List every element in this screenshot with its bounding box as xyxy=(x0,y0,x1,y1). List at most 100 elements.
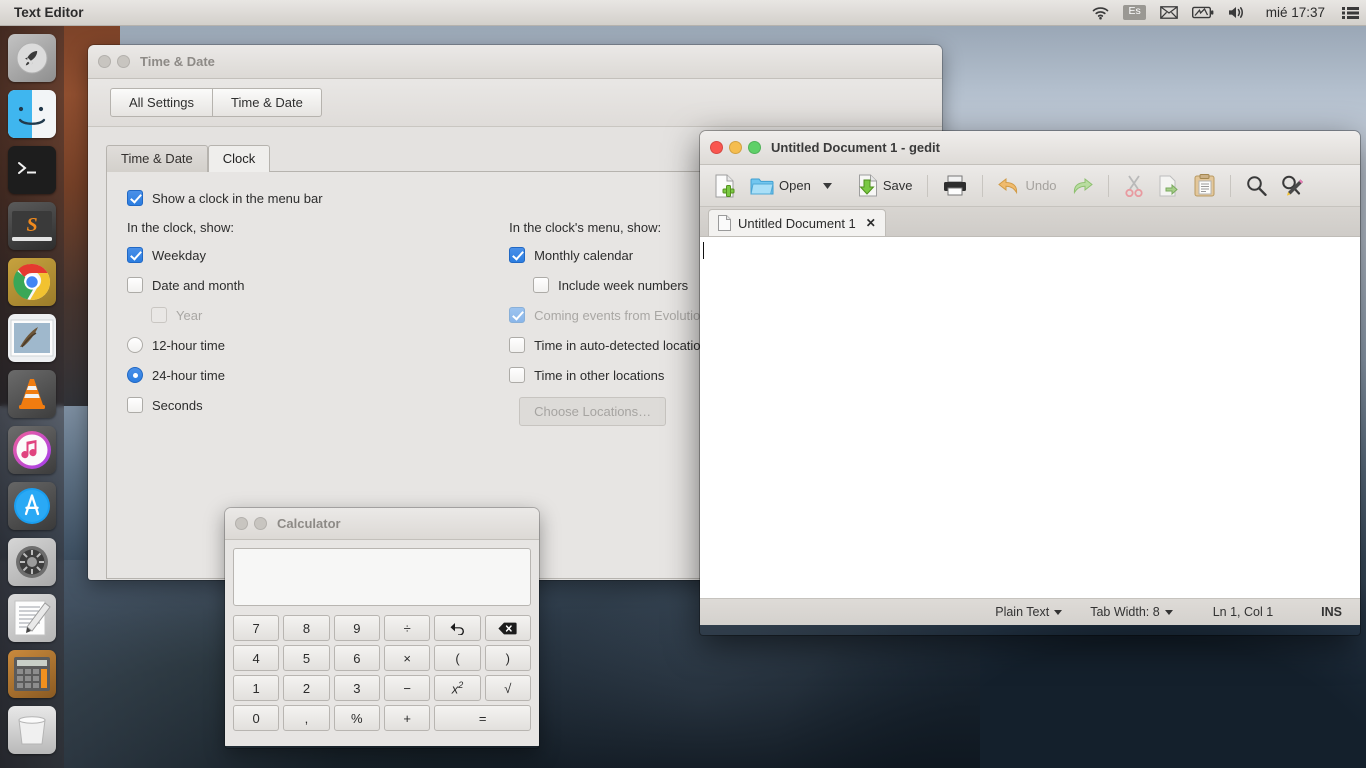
weekday-checkbox[interactable] xyxy=(127,247,143,263)
calc-key-divide[interactable]: ÷ xyxy=(383,615,431,641)
timedate-tabs[interactable]: Time & Date Clock xyxy=(106,145,942,172)
launcher-item-google-chrome[interactable] xyxy=(8,258,56,306)
option-weekday[interactable]: Weekday xyxy=(127,247,509,263)
calc-key-add[interactable]: + xyxy=(383,705,431,731)
search-icon xyxy=(1246,175,1267,196)
minimize-icon[interactable] xyxy=(254,517,267,530)
paste-button[interactable] xyxy=(1188,170,1221,201)
chevron-down-icon xyxy=(1164,609,1173,615)
include-week-numbers-checkbox[interactable] xyxy=(533,277,550,293)
volume-icon[interactable] xyxy=(1228,6,1245,19)
chevron-down-icon[interactable] xyxy=(822,182,832,189)
calc-key-close-paren[interactable]: ) xyxy=(484,645,531,671)
tab-width-selector[interactable]: Tab Width: 8 xyxy=(1090,605,1173,619)
new-document-button[interactable] xyxy=(708,170,742,202)
open-button[interactable]: Open xyxy=(744,172,838,200)
launcher-item-vlc[interactable] xyxy=(8,370,56,418)
calc-key-2[interactable]: 2 xyxy=(283,675,330,701)
launcher-item-calculator[interactable] xyxy=(8,650,56,698)
hamburger-menu-icon[interactable] xyxy=(1342,6,1359,20)
calc-key-6[interactable]: 6 xyxy=(333,645,380,671)
launcher-item-trash[interactable] xyxy=(8,706,56,754)
option-12-hour-time[interactable]: 12-hour time xyxy=(127,337,509,353)
gedit-window[interactable]: Untitled Document 1 - gedit Open Save Un… xyxy=(700,131,1360,635)
gedit-tab-bar[interactable]: Untitled Document 1 ✕ xyxy=(700,207,1360,237)
timedate-titlebar[interactable]: Time & Date xyxy=(88,45,942,79)
calc-key-9[interactable]: 9 xyxy=(333,615,380,641)
calc-key-decimal[interactable]: , xyxy=(283,705,330,731)
calc-key-percent[interactable]: % xyxy=(333,705,380,731)
monthly-calendar-checkbox[interactable] xyxy=(509,247,526,263)
tab-time-date[interactable]: Time & Date xyxy=(106,145,208,172)
keyboard-layout-indicator[interactable]: Es xyxy=(1123,5,1146,20)
top-menu-bar[interactable]: Text Editor Es mié 17:37 xyxy=(0,0,1366,26)
launcher-item-finder[interactable] xyxy=(8,90,56,138)
unity-launcher[interactable]: S xyxy=(0,26,64,768)
close-icon[interactable] xyxy=(98,55,111,68)
calculator-display[interactable] xyxy=(233,548,531,606)
calculator-keypad[interactable]: 7 8 9 ÷ 4 5 6 × ( ) 1 2 3 − x2 √ 0 , % +… xyxy=(233,615,531,731)
calc-key-5[interactable]: 5 xyxy=(283,645,330,671)
coming-events-label: Coming events from Evolution xyxy=(534,307,708,323)
launcher-item-sublime-text[interactable]: S xyxy=(8,202,56,250)
launcher-item-mail[interactable] xyxy=(8,314,56,362)
calc-key-4[interactable]: 4 xyxy=(233,645,280,671)
calculator-window-controls[interactable] xyxy=(235,517,267,530)
24-hour-time-radio[interactable] xyxy=(127,367,143,383)
find-button[interactable] xyxy=(1240,171,1273,200)
date-and-month-checkbox[interactable] xyxy=(127,277,143,293)
wifi-icon[interactable] xyxy=(1092,6,1109,20)
battery-icon[interactable] xyxy=(1191,6,1214,19)
launcher-item-itunes[interactable] xyxy=(8,426,56,474)
timedate-window-controls[interactable] xyxy=(98,55,130,68)
print-button[interactable] xyxy=(937,171,973,200)
close-icon[interactable] xyxy=(235,517,248,530)
gedit-tab-untitled-document-1[interactable]: Untitled Document 1 ✕ xyxy=(708,209,886,236)
time-other-locations-checkbox[interactable] xyxy=(509,367,526,383)
calc-key-backspace[interactable] xyxy=(484,615,531,641)
launcher-item-launchpad[interactable] xyxy=(8,34,56,82)
close-icon[interactable]: ✕ xyxy=(866,216,876,230)
12-hour-time-radio[interactable] xyxy=(127,337,143,353)
launcher-item-app-store[interactable] xyxy=(8,482,56,530)
time-date-button[interactable]: Time & Date xyxy=(213,88,322,117)
option-24-hour-time[interactable]: 24-hour time xyxy=(127,367,509,383)
timedate-toolbar[interactable]: All Settings Time & Date xyxy=(88,79,942,127)
save-button[interactable]: Save xyxy=(852,170,919,201)
time-auto-detected-location-label: Time in auto-detected location xyxy=(534,337,708,353)
minimize-icon[interactable] xyxy=(117,55,130,68)
calc-key-sqrt[interactable]: √ xyxy=(484,675,531,701)
find-and-replace-button[interactable] xyxy=(1275,171,1310,201)
calc-key-1[interactable]: 1 xyxy=(233,675,280,701)
calc-key-subtract[interactable]: − xyxy=(383,675,431,701)
gedit-text-area[interactable] xyxy=(700,237,1360,599)
option-date-and-month[interactable]: Date and month xyxy=(127,277,509,293)
launcher-item-text-editor[interactable] xyxy=(8,594,56,642)
calc-key-3[interactable]: 3 xyxy=(333,675,380,701)
calc-key-8[interactable]: 8 xyxy=(283,615,330,641)
show-clock-checkbox[interactable] xyxy=(127,190,143,206)
option-seconds[interactable]: Seconds xyxy=(127,397,509,413)
tab-clock[interactable]: Clock xyxy=(207,145,271,172)
menubar-clock[interactable]: mié 17:37 xyxy=(1266,5,1325,20)
calc-key-multiply[interactable]: × xyxy=(383,645,431,671)
gedit-tab-label: Untitled Document 1 xyxy=(738,215,856,231)
settings-segmented-control[interactable]: All Settings Time & Date xyxy=(110,88,322,117)
gedit-status-bar[interactable]: Plain Text Tab Width: 8 Ln 1, Col 1 INS xyxy=(700,599,1360,625)
calc-key-square[interactable]: x2 xyxy=(434,675,481,701)
seconds-checkbox[interactable] xyxy=(127,397,143,413)
calc-key-equals[interactable]: = xyxy=(434,705,531,731)
calc-key-open-paren[interactable]: ( xyxy=(434,645,481,671)
calculator-window[interactable]: Calculator 7 8 9 ÷ 4 5 6 × ( ) 1 2 3 − x… xyxy=(225,508,539,748)
system-tray[interactable]: Es mié 17:37 xyxy=(1085,0,1366,26)
calc-key-7[interactable]: 7 xyxy=(233,615,280,641)
calculator-titlebar[interactable]: Calculator xyxy=(225,508,539,540)
time-auto-detected-location-checkbox[interactable] xyxy=(509,337,526,353)
launcher-item-terminal[interactable] xyxy=(8,146,56,194)
mail-icon[interactable] xyxy=(1159,6,1178,19)
language-selector[interactable]: Plain Text xyxy=(995,605,1063,619)
all-settings-button[interactable]: All Settings xyxy=(110,88,214,117)
calc-key-0[interactable]: 0 xyxy=(233,705,280,731)
launcher-item-system-preferences[interactable] xyxy=(8,538,56,586)
calc-key-undo[interactable] xyxy=(434,615,481,641)
